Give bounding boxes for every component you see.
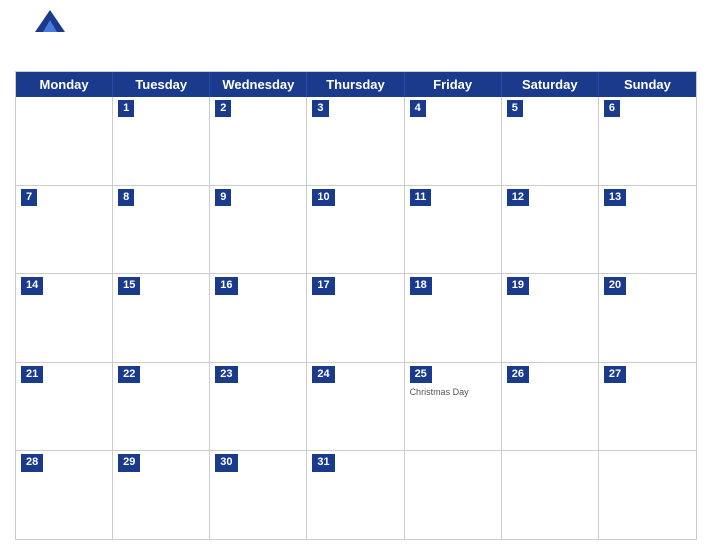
- day-cell: 21: [16, 363, 113, 451]
- day-number: 31: [312, 454, 334, 471]
- day-cell: 25 Christmas Day: [405, 363, 502, 451]
- day-cell: [599, 451, 696, 539]
- logo: [15, 10, 85, 32]
- day-cell: 12: [502, 186, 599, 274]
- day-number: 27: [604, 366, 626, 383]
- day-number: 22: [118, 366, 140, 383]
- day-number: 14: [21, 277, 43, 294]
- day-header-monday: Monday: [16, 72, 113, 97]
- day-number: 28: [21, 454, 43, 471]
- day-cell: 24: [307, 363, 404, 451]
- day-number: 23: [215, 366, 237, 383]
- day-cell: 4: [405, 97, 502, 185]
- day-number: 17: [312, 277, 334, 294]
- day-number: 29: [118, 454, 140, 471]
- day-cell: 14: [16, 274, 113, 362]
- day-number: 21: [21, 366, 43, 383]
- day-number: 5: [507, 100, 523, 117]
- day-number: 13: [604, 189, 626, 206]
- day-cell: 29: [113, 451, 210, 539]
- day-header-tuesday: Tuesday: [113, 72, 210, 97]
- holiday-label: Christmas Day: [410, 387, 496, 398]
- day-cell: 16: [210, 274, 307, 362]
- day-number: 3: [312, 100, 328, 117]
- day-header-friday: Friday: [405, 72, 502, 97]
- week-row-2: 7 8 9 10 11 12 13: [16, 186, 696, 275]
- day-number: 11: [410, 189, 432, 206]
- day-number: 24: [312, 366, 334, 383]
- page-header: [15, 10, 697, 65]
- day-cell: [16, 97, 113, 185]
- day-cell: 1: [113, 97, 210, 185]
- logo-icon: [35, 10, 65, 32]
- day-number: 6: [604, 100, 620, 117]
- day-cell: 2: [210, 97, 307, 185]
- day-number: 18: [410, 277, 432, 294]
- day-cell: 18: [405, 274, 502, 362]
- day-number: 30: [215, 454, 237, 471]
- day-number: 12: [507, 189, 529, 206]
- day-cell: 28: [16, 451, 113, 539]
- day-cell: [405, 451, 502, 539]
- day-number: 9: [215, 189, 231, 206]
- day-cell: 6: [599, 97, 696, 185]
- day-headers-row: MondayTuesdayWednesdayThursdayFridaySatu…: [16, 72, 696, 97]
- day-number: 10: [312, 189, 334, 206]
- day-cell: 26: [502, 363, 599, 451]
- day-header-wednesday: Wednesday: [210, 72, 307, 97]
- day-number: 7: [21, 189, 37, 206]
- day-number: 20: [604, 277, 626, 294]
- day-header-thursday: Thursday: [307, 72, 404, 97]
- week-row-4: 21 22 23 24 25 Christmas Day 26 27: [16, 363, 696, 452]
- calendar-page: MondayTuesdayWednesdayThursdayFridaySatu…: [0, 0, 712, 550]
- calendar: MondayTuesdayWednesdayThursdayFridaySatu…: [15, 71, 697, 540]
- day-cell: 11: [405, 186, 502, 274]
- day-number: 26: [507, 366, 529, 383]
- day-number: 25: [410, 366, 432, 383]
- day-cell: 5: [502, 97, 599, 185]
- day-cell: 22: [113, 363, 210, 451]
- day-cell: 8: [113, 186, 210, 274]
- day-number: 15: [118, 277, 140, 294]
- day-cell: 7: [16, 186, 113, 274]
- day-cell: 9: [210, 186, 307, 274]
- day-cell: 23: [210, 363, 307, 451]
- day-cell: 31: [307, 451, 404, 539]
- day-cell: 30: [210, 451, 307, 539]
- day-cell: [502, 451, 599, 539]
- day-cell: 19: [502, 274, 599, 362]
- day-number: 8: [118, 189, 134, 206]
- day-number: 19: [507, 277, 529, 294]
- day-header-sunday: Sunday: [599, 72, 696, 97]
- day-number: 4: [410, 100, 426, 117]
- day-cell: 15: [113, 274, 210, 362]
- week-row-3: 14 15 16 17 18 19 20: [16, 274, 696, 363]
- day-cell: 20: [599, 274, 696, 362]
- day-cell: 17: [307, 274, 404, 362]
- day-header-saturday: Saturday: [502, 72, 599, 97]
- week-row-5: 28 29 30 31: [16, 451, 696, 539]
- day-cell: 3: [307, 97, 404, 185]
- day-cell: 13: [599, 186, 696, 274]
- day-number: 2: [215, 100, 231, 117]
- week-row-1: 1 2 3 4 5 6: [16, 97, 696, 186]
- day-number: 1: [118, 100, 134, 117]
- day-number: 16: [215, 277, 237, 294]
- day-cell: 10: [307, 186, 404, 274]
- calendar-body: 1234567891011121314151617181920212223242…: [16, 97, 696, 539]
- day-cell: 27: [599, 363, 696, 451]
